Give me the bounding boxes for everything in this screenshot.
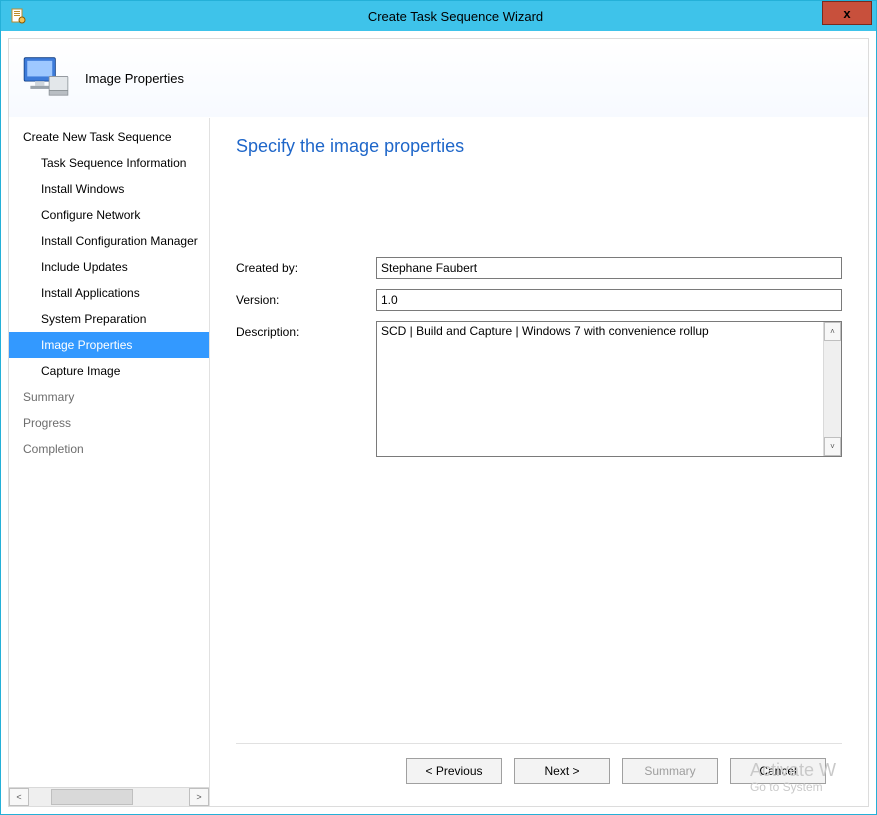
next-button[interactable]: Next >: [514, 758, 610, 784]
nav-item-completion[interactable]: Completion: [9, 436, 209, 462]
scroll-thumb[interactable]: [51, 789, 133, 805]
label-version: Version:: [236, 289, 376, 307]
page-title: Image Properties: [85, 71, 184, 86]
description-scrollbar[interactable]: ˄ ˅: [823, 322, 841, 456]
window-client: Image Properties Create New Task Sequenc…: [1, 31, 876, 814]
input-description[interactable]: [377, 322, 823, 456]
scroll-track[interactable]: [29, 788, 189, 806]
scroll-down-button[interactable]: ˅: [824, 437, 841, 456]
window-title: Create Task Sequence Wizard: [35, 9, 876, 24]
nav-item-task-sequence-information[interactable]: Task Sequence Information: [9, 150, 209, 176]
row-created-by: Created by:: [236, 257, 842, 279]
wizard-body: Create New Task SequenceTask Sequence In…: [9, 118, 868, 806]
description-box: ˄ ˅: [376, 321, 842, 457]
sidebar-scrollbar[interactable]: < >: [9, 787, 209, 806]
close-button[interactable]: x: [822, 1, 872, 25]
nav-item-configure-network[interactable]: Configure Network: [9, 202, 209, 228]
previous-button[interactable]: < Previous: [406, 758, 502, 784]
scroll-up-button[interactable]: ˄: [824, 322, 841, 341]
nav-item-summary[interactable]: Summary: [9, 384, 209, 410]
nav-item-create-new-task-sequence[interactable]: Create New Task Sequence: [9, 124, 209, 150]
nav-item-system-preparation[interactable]: System Preparation: [9, 306, 209, 332]
nav-item-capture-image[interactable]: Capture Image: [9, 358, 209, 384]
content-heading: Specify the image properties: [236, 136, 842, 157]
scroll-right-button[interactable]: >: [189, 788, 209, 806]
label-description: Description:: [236, 321, 376, 339]
footer-bar: < Previous Next > Summary Cancel Activat…: [236, 743, 842, 798]
scroll-left-button[interactable]: <: [9, 788, 29, 806]
title-bar: Create Task Sequence Wizard x: [1, 1, 876, 31]
summary-button[interactable]: Summary: [622, 758, 718, 784]
form: Created by: Version: Description:: [236, 257, 842, 467]
input-version[interactable]: [376, 289, 842, 311]
nav-item-install-windows[interactable]: Install Windows: [9, 176, 209, 202]
nav-item-image-properties[interactable]: Image Properties: [9, 332, 209, 358]
scroll-track-v[interactable]: [824, 341, 841, 437]
window-icon: [1, 8, 35, 24]
nav-item-install-configuration-manager[interactable]: Install Configuration Manager: [9, 228, 209, 254]
close-icon: x: [843, 6, 850, 21]
row-description: Description: ˄ ˅: [236, 321, 842, 457]
nav-sidebar: Create New Task SequenceTask Sequence In…: [9, 118, 210, 806]
nav-item-include-updates[interactable]: Include Updates: [9, 254, 209, 280]
cancel-button[interactable]: Cancel: [730, 758, 826, 784]
wizard-window: Create Task Sequence Wizard x Image Prop…: [0, 0, 877, 815]
wizard-frame: Image Properties Create New Task Sequenc…: [8, 38, 869, 807]
nav-list: Create New Task SequenceTask Sequence In…: [9, 118, 209, 787]
nav-item-install-applications[interactable]: Install Applications: [9, 280, 209, 306]
monitor-icon: [21, 53, 71, 103]
wizard-header: Image Properties: [9, 39, 868, 118]
label-created-by: Created by:: [236, 257, 376, 275]
row-version: Version:: [236, 289, 842, 311]
content-pane: Specify the image properties Created by:…: [210, 118, 868, 806]
input-created-by[interactable]: [376, 257, 842, 279]
nav-item-progress[interactable]: Progress: [9, 410, 209, 436]
